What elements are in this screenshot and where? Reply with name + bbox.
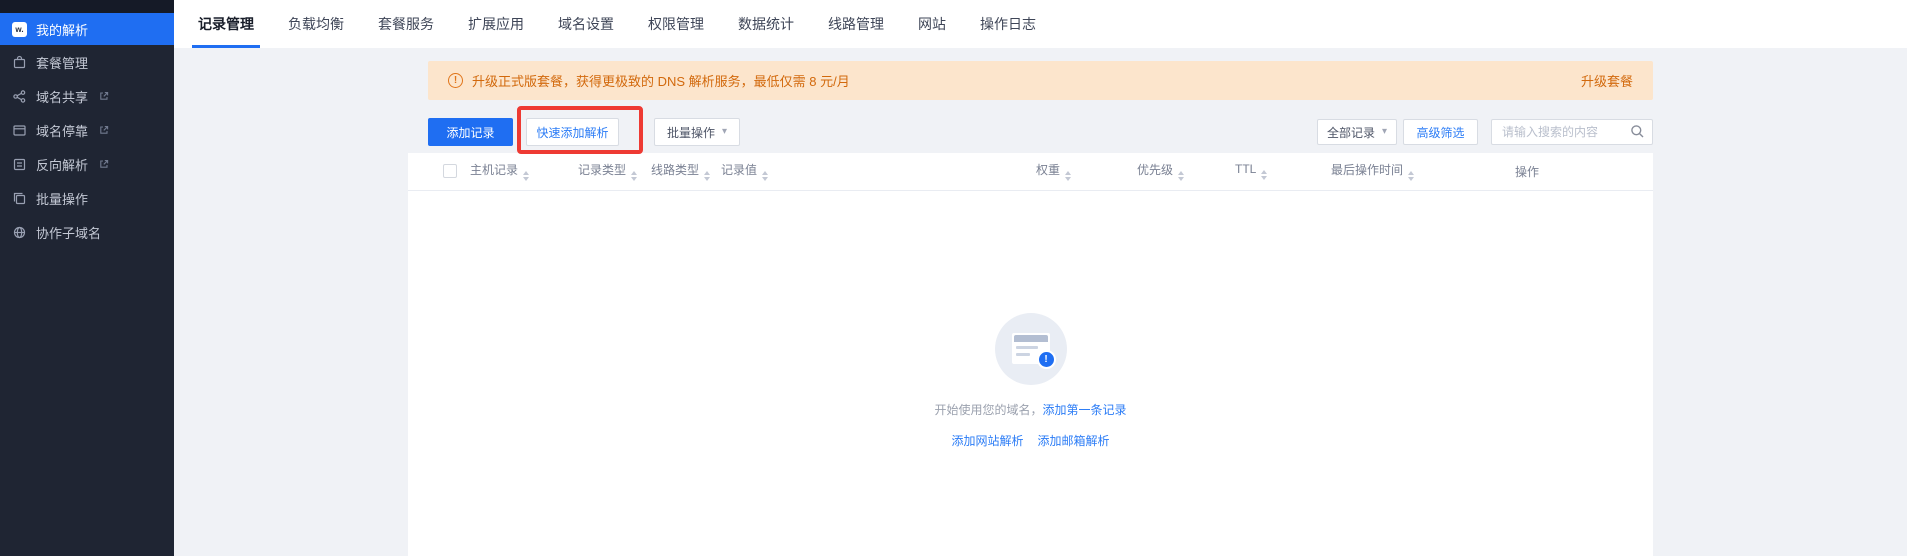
empty-state: ! 开始使用您的域名，添加第一条记录 添加网站解析 添加邮箱解析	[408, 313, 1653, 449]
tab-operation-log[interactable]: 操作日志	[963, 0, 1053, 48]
record-filter-dropdown[interactable]: 全部记录 ▾	[1317, 119, 1397, 145]
record-filter-label: 全部记录	[1327, 124, 1375, 141]
select-all-checkbox[interactable]	[443, 164, 457, 178]
records-table-card: 主机记录 记录类型 线路类型 记录值 权重	[408, 153, 1653, 556]
column-header-priority[interactable]: 优先级	[1127, 153, 1225, 190]
sidebar-item-label: 域名停靠	[36, 121, 88, 140]
external-link-icon	[99, 91, 109, 101]
tab-statistics[interactable]: 数据统计	[721, 0, 811, 48]
column-header-weight[interactable]: 权重	[1026, 153, 1127, 190]
sidebar-item-my-dns[interactable]: w. 我的解析	[0, 13, 174, 45]
package-icon	[12, 55, 27, 70]
globe-icon	[12, 225, 27, 240]
add-mail-dns-link[interactable]: 添加邮箱解析	[1038, 432, 1110, 449]
sidebar-item-label: 反向解析	[36, 155, 88, 174]
search-input[interactable]	[1491, 119, 1653, 145]
sort-icon	[631, 171, 637, 181]
column-header-record-type[interactable]: 记录类型	[568, 153, 641, 190]
sidebar-item-domain-sharing[interactable]: 域名共享	[0, 79, 174, 113]
search-box	[1491, 119, 1653, 145]
tab-line-management[interactable]: 线路管理	[811, 0, 901, 48]
tab-website[interactable]: 网站	[901, 0, 963, 48]
tab-load-balancing[interactable]: 负载均衡	[271, 0, 361, 48]
main-area: 记录管理 负载均衡 套餐服务 扩展应用 域名设置 权限管理 数据统计 线路管理 …	[174, 0, 1907, 556]
tab-bar: 记录管理 负载均衡 套餐服务 扩展应用 域名设置 权限管理 数据统计 线路管理 …	[174, 0, 1907, 48]
sort-icon	[1178, 171, 1184, 181]
sidebar-item-collaborative-subdomains[interactable]: 协作子域名	[0, 215, 174, 249]
column-header-line-type[interactable]: 线路类型	[641, 153, 711, 190]
sidebar-top-strip	[0, 0, 174, 13]
sidebar-item-label: 套餐管理	[36, 53, 88, 72]
column-header-record-value[interactable]: 记录值	[711, 153, 1026, 190]
column-header-actions: 操作	[1505, 153, 1653, 190]
empty-records-icon: !	[995, 313, 1067, 385]
sidebar-item-batch-operations[interactable]: 批量操作	[0, 181, 174, 215]
sidebar-item-package-management[interactable]: 套餐管理	[0, 45, 174, 79]
chevron-down-icon: ▾	[1382, 127, 1387, 137]
tab-extended-apps[interactable]: 扩展应用	[451, 0, 541, 48]
column-header-ttl[interactable]: TTL	[1225, 153, 1321, 190]
domain-favicon-icon: w.	[12, 22, 27, 37]
sort-icon	[1408, 171, 1414, 181]
share-icon	[12, 89, 27, 104]
column-header-last-operated[interactable]: 最后操作时间	[1321, 153, 1505, 190]
batch-operation-label: 批量操作	[667, 124, 715, 141]
document-icon	[12, 157, 27, 172]
tab-record-management[interactable]: 记录管理	[181, 0, 271, 48]
tab-domain-settings[interactable]: 域名设置	[541, 0, 631, 48]
empty-state-links: 添加网站解析 添加邮箱解析	[951, 432, 1109, 449]
sort-icon	[762, 171, 768, 181]
add-record-button[interactable]: 添加记录	[428, 118, 513, 146]
sort-icon	[1065, 171, 1071, 181]
external-link-icon	[99, 125, 109, 135]
quick-add-dns-button[interactable]: 快速添加解析	[526, 118, 619, 146]
content-area: ! 升级正式版套餐，获得更极致的 DNS 解析服务，最低仅需 8 元/月 升级套…	[174, 48, 1907, 556]
add-first-record-link[interactable]: 添加第一条记录	[1043, 403, 1127, 417]
record-toolbar: 添加记录 快速添加解析 批量操作 ▾ 全部记录 ▾ 高级筛选	[428, 118, 1653, 146]
sidebar: w. 我的解析 套餐管理 域名共享 域名停靠 反向解析	[0, 0, 174, 556]
sidebar-item-label: 域名共享	[36, 87, 88, 106]
sidebar-item-reverse-dns[interactable]: 反向解析	[0, 147, 174, 181]
external-link-icon	[99, 159, 109, 169]
add-website-dns-link[interactable]: 添加网站解析	[951, 432, 1023, 449]
copy-stack-icon	[12, 191, 27, 206]
document-placeholder-icon: !	[1012, 333, 1050, 364]
advanced-filter-button[interactable]: 高级筛选	[1403, 119, 1478, 145]
column-header-host[interactable]: 主机记录	[460, 153, 568, 190]
toolbar-right-group: 全部记录 ▾ 高级筛选	[1317, 119, 1653, 145]
sort-icon	[523, 171, 529, 181]
sort-icon	[704, 171, 710, 181]
table-header-row: 主机记录 记录类型 线路类型 记录值 权重	[408, 153, 1653, 190]
records-table: 主机记录 记录类型 线路类型 记录值 权重	[408, 153, 1653, 191]
exclamation-badge-icon: !	[1037, 350, 1056, 369]
batch-operation-button[interactable]: 批量操作 ▾	[654, 118, 740, 146]
upgrade-banner: ! 升级正式版套餐，获得更极致的 DNS 解析服务，最低仅需 8 元/月 升级套…	[428, 61, 1653, 100]
tab-package-service[interactable]: 套餐服务	[361, 0, 451, 48]
search-icon[interactable]	[1630, 124, 1645, 139]
empty-state-hint: 开始使用您的域名，添加第一条记录	[934, 401, 1126, 418]
sidebar-item-label: 我的解析	[36, 20, 88, 39]
upgrade-package-link[interactable]: 升级套餐	[1581, 71, 1633, 90]
warning-icon: !	[448, 73, 463, 88]
chevron-down-icon: ▾	[722, 127, 727, 137]
sidebar-item-domain-parking[interactable]: 域名停靠	[0, 113, 174, 147]
sidebar-item-label: 批量操作	[36, 189, 88, 208]
sidebar-item-label: 协作子域名	[36, 223, 101, 242]
sort-icon	[1261, 170, 1267, 180]
browser-window-icon	[12, 123, 27, 138]
tab-permission-management[interactable]: 权限管理	[631, 0, 721, 48]
upgrade-banner-message: 升级正式版套餐，获得更极致的 DNS 解析服务，最低仅需 8 元/月	[472, 71, 850, 90]
